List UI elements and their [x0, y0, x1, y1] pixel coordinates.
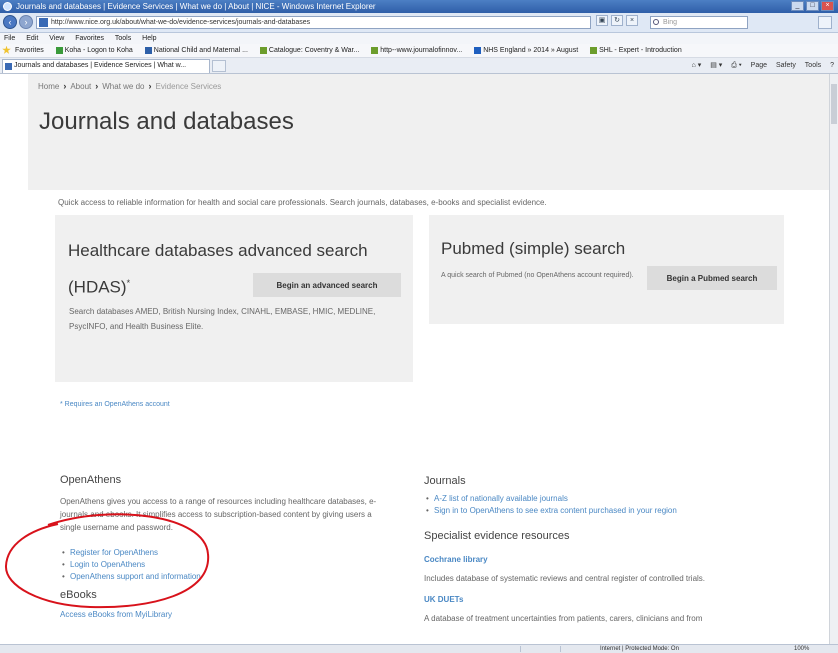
home-icon[interactable]: ⌂ ▾ [692, 62, 702, 69]
scrollbar-thumb[interactable] [831, 84, 837, 124]
search-icon [653, 19, 659, 25]
begin-pubmed-search-button[interactable]: Begin a Pubmed search [647, 266, 777, 290]
feeds-icon[interactable]: ▤ ▾ [710, 62, 722, 69]
openathens-heading: OpenAthens [60, 474, 122, 486]
search-go-button[interactable] [818, 16, 832, 29]
address-tools: ▣ ↻ × [596, 15, 638, 26]
ebooks-link[interactable]: Access eBooks from MyiLibrary [60, 608, 172, 621]
address-input[interactable]: http://www.nice.org.uk/about/what-we-do/… [36, 16, 591, 29]
cochrane-text: Includes database of systematic reviews … [424, 574, 706, 583]
journals-signin-link[interactable]: Sign in to OpenAthens to see extra conte… [424, 505, 677, 517]
pubmed-description: A quick search of Pubmed (no OpenAthens … [441, 272, 634, 279]
favorite-link[interactable]: Catalogue: Coventry & War... [259, 46, 359, 54]
refresh-icon[interactable]: ↻ [611, 15, 623, 26]
status-bar: Internet | Protected Mode: On 100% [0, 644, 838, 653]
openathens-text: OpenAthens gives you access to a range o… [60, 497, 377, 532]
openathens-footnote[interactable]: * Requires an OpenAthens account [60, 401, 170, 408]
favorite-link[interactable]: SHL - Expert - Introduction [590, 46, 682, 54]
address-value: http://www.nice.org.uk/about/what-we-do/… [51, 19, 311, 26]
window-title: Journals and databases | Evidence Servic… [16, 2, 376, 11]
cochrane-title[interactable]: Cochrane library [424, 555, 488, 564]
tab-page-icon [5, 63, 12, 70]
intro-text: Quick access to reliable information for… [58, 198, 547, 207]
new-tab-button[interactable] [212, 60, 226, 72]
close-icon[interactable]: × [821, 1, 834, 11]
print-icon[interactable]: ⎙ ▾ [731, 62, 742, 69]
favorites-star-icon [2, 45, 11, 54]
begin-advanced-search-button[interactable]: Begin an advanced search [253, 273, 401, 297]
ebooks-heading: eBooks [60, 589, 97, 601]
favorites-button[interactable]: Favorites [15, 47, 44, 54]
tab-title: Journals and databases | Evidence Servic… [14, 62, 187, 69]
hdas-title-mark: * [126, 278, 131, 288]
compatibility-icon[interactable]: ▣ [596, 15, 608, 26]
register-openathens-link[interactable]: Register for OpenAthens [60, 547, 201, 559]
specialist-heading: Specialist evidence resources [424, 530, 570, 542]
favorites-bar: Favorites Koha - Logon to Koha National … [0, 44, 838, 58]
favorite-link[interactable]: http--www.journalofinnov... [371, 46, 462, 54]
menu-bar: File Edit View Favorites Tools Help [0, 33, 838, 44]
chevron-right-icon: › [95, 81, 99, 91]
journals-heading: Journals [424, 475, 466, 487]
breadcrumb-home[interactable]: Home [38, 82, 59, 91]
breadcrumb-current: Evidence Services [155, 82, 222, 91]
menu-tools[interactable]: Tools [115, 35, 131, 42]
pubmed-title: Pubmed (simple) search [441, 239, 626, 258]
login-openathens-link[interactable]: Login to OpenAthens [60, 559, 201, 571]
window-title-bar: Journals and databases | Evidence Servic… [0, 0, 838, 13]
breadcrumb: Home › About › What we do › Evidence Services [38, 81, 221, 91]
window-controls: _ □ × [791, 1, 834, 11]
tab-bar: Journals and databases | Evidence Servic… [0, 58, 838, 74]
page-header: Home › About › What we do › Evidence Services … [28, 74, 829, 190]
openathens-links: Register for OpenAthens Login to OpenAth… [60, 547, 201, 583]
vertical-scrollbar[interactable] [829, 74, 838, 644]
command-bar: ⌂ ▾ ▤ ▾ ⎙ ▾ Page Safety Tools ? [685, 60, 834, 72]
back-arrow-icon[interactable]: ‹ [3, 15, 17, 29]
menu-favorites[interactable]: Favorites [75, 35, 104, 42]
tab-journals-and-databases[interactable]: Journals and databases | Evidence Servic… [2, 59, 210, 73]
command-safety[interactable]: Safety [776, 62, 796, 69]
favorite-link[interactable]: National Child and Maternal ... [144, 46, 248, 54]
command-page[interactable]: Page [751, 62, 767, 69]
status-zone: Internet | Protected Mode: On [600, 646, 679, 652]
maximize-icon[interactable]: □ [806, 1, 819, 11]
chevron-right-icon: › [148, 81, 152, 91]
forward-arrow-icon[interactable]: › [19, 15, 33, 29]
favorite-link[interactable]: NHS England » 2014 » August [474, 46, 578, 54]
hdas-description: Search databases AMED, British Nursing I… [69, 307, 376, 331]
zoom-level[interactable]: 100% [794, 645, 809, 653]
menu-file[interactable]: File [4, 35, 15, 42]
menu-help[interactable]: Help [142, 35, 156, 42]
journals-a-z-link[interactable]: A-Z list of nationally available journal… [424, 493, 677, 505]
help-icon[interactable]: ? [830, 62, 834, 69]
page-icon [39, 18, 48, 27]
page-title: Journals and databases [39, 108, 294, 135]
journals-links: A-Z list of nationally available journal… [424, 493, 677, 517]
stop-icon[interactable]: × [626, 15, 638, 26]
menu-edit[interactable]: Edit [26, 35, 38, 42]
chevron-right-icon: › [63, 81, 67, 91]
uk-duets-text: A database of treatment uncertainties fr… [424, 614, 703, 623]
address-bar-row: ‹ › http://www.nice.org.uk/about/what-we… [0, 13, 838, 33]
command-tools[interactable]: Tools [805, 62, 821, 69]
minimize-icon[interactable]: _ [791, 1, 804, 11]
favorite-link[interactable]: Koha - Logon to Koha [55, 46, 133, 54]
breadcrumb-about[interactable]: About [70, 82, 91, 91]
openathens-support-link[interactable]: OpenAthens support and information [60, 571, 201, 583]
search-input[interactable]: Bing [650, 16, 748, 29]
breadcrumb-what-we-do[interactable]: What we do [102, 82, 144, 91]
menu-view[interactable]: View [49, 35, 64, 42]
hdas-panel: Healthcare databases advanced search (HD… [55, 215, 413, 382]
uk-duets-title[interactable]: UK DUETs [424, 595, 463, 604]
page-content: Home › About › What we do › Evidence Services … [0, 74, 829, 644]
internet-explorer-icon [3, 2, 12, 11]
search-placeholder: Bing [663, 19, 678, 26]
